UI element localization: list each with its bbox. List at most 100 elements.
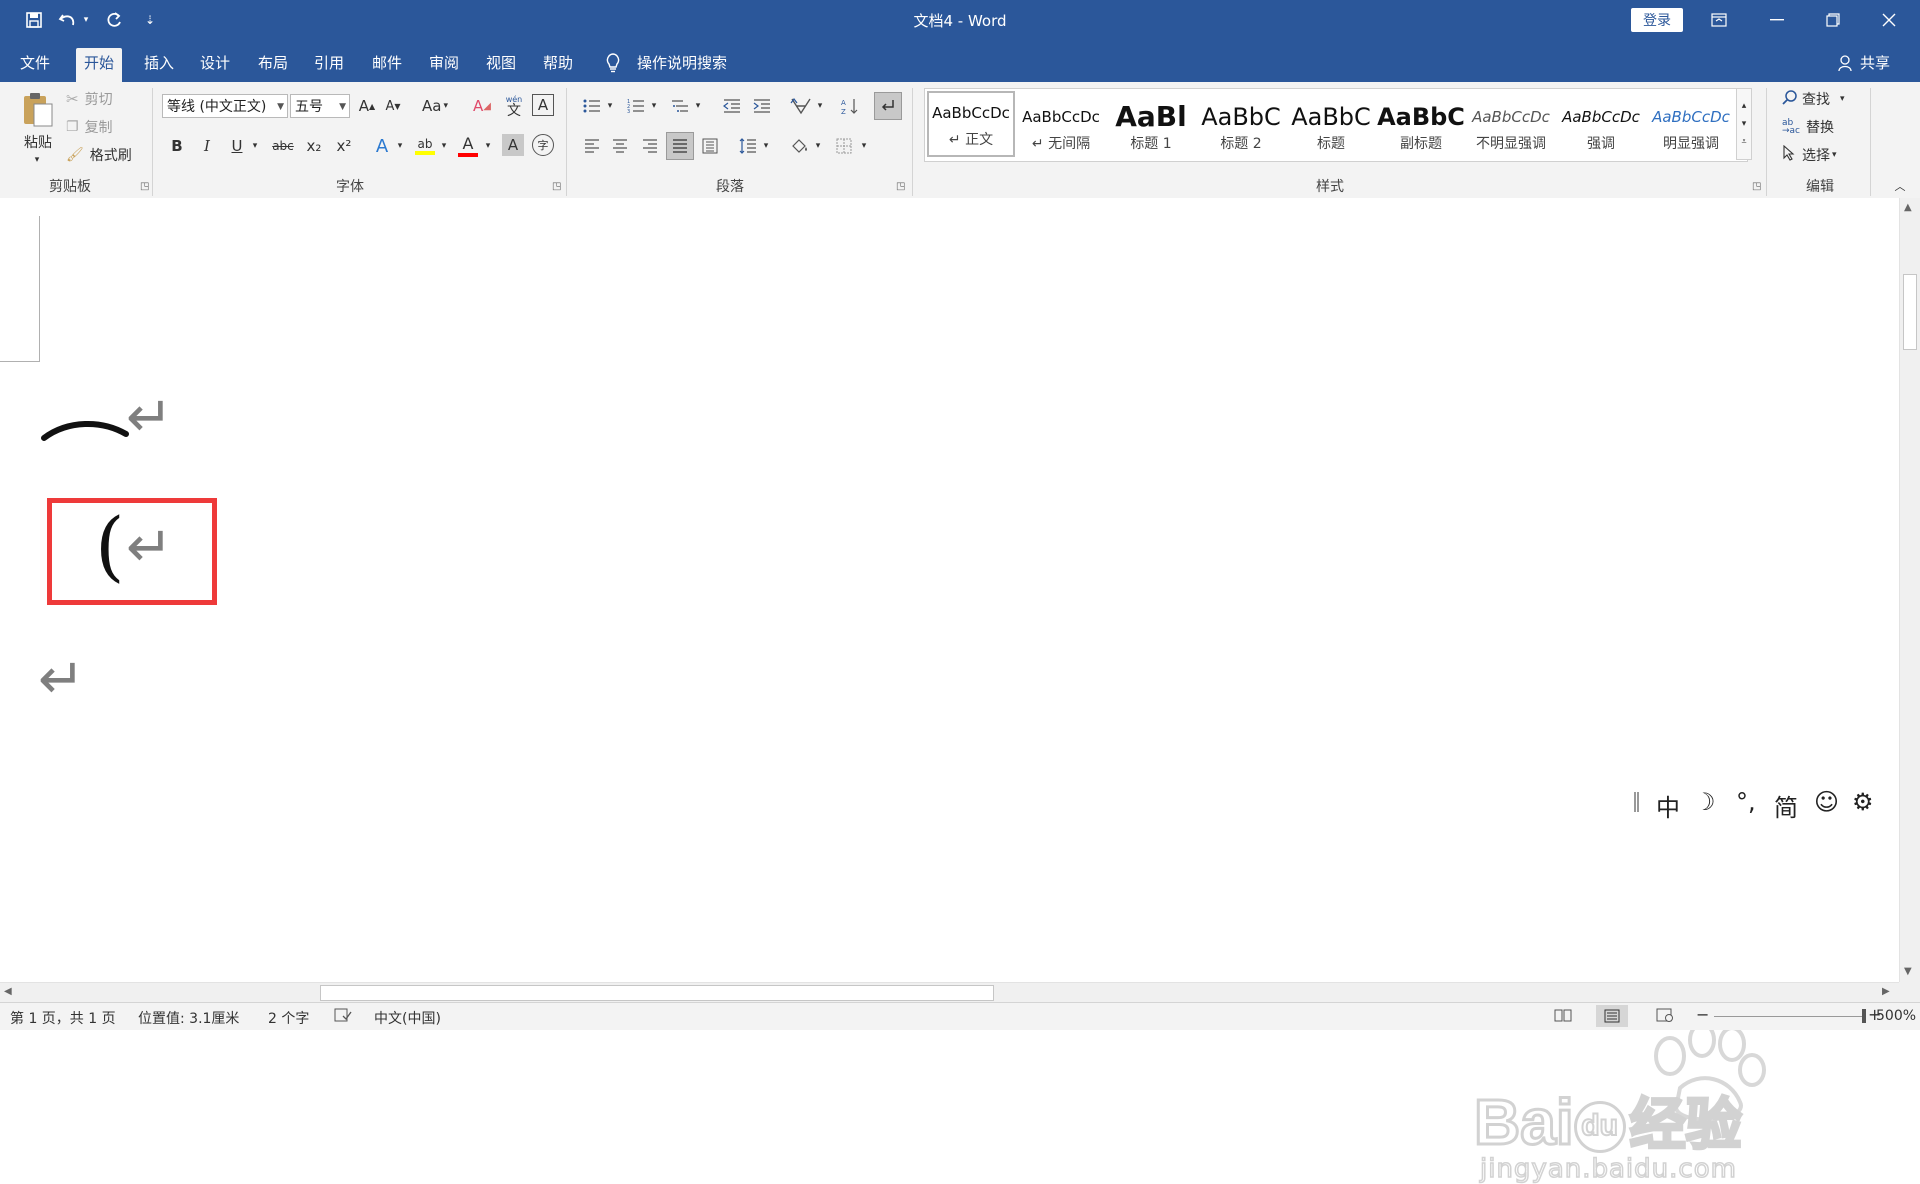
horizontal-scroll-thumb[interactable] bbox=[320, 985, 994, 1001]
read-mode-icon[interactable] bbox=[1554, 1008, 1572, 1026]
tab-references[interactable]: 引用 bbox=[306, 48, 352, 82]
tell-me-search[interactable]: 操作说明搜索 bbox=[637, 48, 727, 78]
numbering-dropdown-icon[interactable]: ▾ bbox=[648, 94, 660, 118]
character-shading-icon[interactable]: A bbox=[502, 134, 524, 156]
share-button[interactable]: 共享 bbox=[1860, 48, 1890, 78]
increase-indent-icon[interactable] bbox=[750, 94, 774, 118]
cut-button[interactable]: ✂ 剪切 bbox=[66, 88, 113, 110]
shading-dropdown-icon[interactable]: ▾ bbox=[812, 134, 824, 158]
paragraph-shading-icon[interactable] bbox=[788, 134, 812, 158]
line-spacing-dropdown-icon[interactable]: ▾ bbox=[760, 134, 772, 158]
scroll-down-icon[interactable]: ▼ bbox=[1904, 966, 1912, 977]
borders-dropdown-icon[interactable]: ▾ bbox=[858, 134, 870, 158]
change-case-button[interactable]: Aa ▾ bbox=[418, 94, 452, 118]
paragraph-launcher-icon[interactable]: ◳ bbox=[896, 182, 906, 192]
drag-handle-icon[interactable] bbox=[1634, 792, 1639, 812]
format-painter-button[interactable]: 🖌 格式刷 bbox=[66, 144, 132, 166]
scroll-down-icon[interactable]: ▾ bbox=[1742, 119, 1747, 129]
multilevel-dropdown-icon[interactable]: ▾ bbox=[692, 94, 704, 118]
scroll-up-icon[interactable]: ▴ bbox=[1742, 101, 1747, 111]
ime-charset-toggle[interactable]: 简 bbox=[1774, 788, 1798, 823]
proofing-icon[interactable] bbox=[334, 1008, 352, 1026]
multilevel-list-icon[interactable] bbox=[668, 94, 692, 118]
gear-icon[interactable]: ⚙ bbox=[1852, 788, 1874, 816]
tab-design[interactable]: 设计 bbox=[192, 48, 238, 82]
document-canvas[interactable]: ↵ ( ↵ ↵ Bai du 经验 jingyan.baidu.com bbox=[0, 198, 1899, 1184]
chinese-layout-dropdown-icon[interactable]: ▾ bbox=[814, 94, 826, 118]
style-heading-1[interactable]: AaBl 标题 1 bbox=[1107, 97, 1195, 161]
restore-icon[interactable] bbox=[1810, 0, 1856, 40]
show-formatting-marks-icon[interactable] bbox=[874, 92, 902, 120]
vertical-scrollbar[interactable]: ▲ ▼ bbox=[1899, 198, 1920, 982]
styles-scroll[interactable]: ▴ ▾ ⩡ bbox=[1736, 88, 1752, 160]
style-normal[interactable]: AaBbCcDc ↵ 正文 bbox=[927, 91, 1015, 157]
scroll-right-icon[interactable]: ▶ bbox=[1882, 986, 1890, 997]
justify-icon[interactable] bbox=[666, 132, 694, 160]
vertical-scroll-thumb[interactable] bbox=[1903, 274, 1917, 350]
sort-icon[interactable]: AZ bbox=[838, 94, 862, 118]
tab-home[interactable]: 开始 bbox=[76, 48, 123, 82]
style-subtitle[interactable]: AaBbC 副标题 bbox=[1377, 97, 1465, 161]
collapse-ribbon-icon[interactable]: ︿ bbox=[1892, 178, 1908, 194]
bold-button[interactable]: B bbox=[166, 134, 188, 158]
style-no-spacing[interactable]: AaBbCcDc ↵ 无间隔 bbox=[1017, 97, 1105, 161]
horizontal-scrollbar[interactable]: ◀ ▶ bbox=[0, 982, 1899, 1003]
smiley-icon[interactable]: ☺ bbox=[1814, 788, 1839, 816]
zoom-level[interactable]: 500% bbox=[1876, 1008, 1916, 1024]
highlight-button[interactable]: ab bbox=[412, 132, 438, 160]
line-spacing-icon[interactable] bbox=[736, 134, 760, 158]
zoom-slider-thumb[interactable] bbox=[1862, 1009, 1866, 1023]
moon-icon[interactable]: ☽ bbox=[1694, 788, 1716, 816]
subscript-button[interactable]: x₂ bbox=[302, 134, 326, 158]
position-value[interactable]: 位置值: 3.1厘米 bbox=[138, 1008, 239, 1028]
font-color-button[interactable]: A bbox=[456, 132, 480, 160]
italic-button[interactable]: I bbox=[196, 134, 218, 158]
page-count[interactable]: 第 1 页，共 1 页 bbox=[10, 1008, 116, 1028]
minimize-icon[interactable] bbox=[1754, 0, 1800, 40]
bullets-icon[interactable] bbox=[580, 94, 604, 118]
styles-launcher-icon[interactable]: ◳ bbox=[1752, 182, 1762, 192]
font-size-combo[interactable]: 五号 ▼ bbox=[290, 94, 350, 118]
replace-button[interactable]: ab →ac 替换 bbox=[1782, 116, 1834, 138]
bullets-dropdown-icon[interactable]: ▾ bbox=[604, 94, 616, 118]
style-intense-emphasis[interactable]: AaBbCcDc 明显强调 bbox=[1647, 97, 1735, 161]
character-border-icon[interactable]: A bbox=[532, 94, 554, 116]
ribbon-display-options-icon[interactable] bbox=[1696, 0, 1742, 40]
zoom-out-icon[interactable]: − bbox=[1696, 1005, 1709, 1024]
scroll-left-icon[interactable]: ◀ bbox=[4, 986, 12, 997]
ime-punctuation-toggle[interactable]: °, bbox=[1736, 788, 1756, 816]
align-center-icon[interactable] bbox=[608, 134, 632, 158]
more-styles-icon[interactable]: ⩡ bbox=[1741, 137, 1746, 147]
tab-file[interactable]: 文件 bbox=[12, 48, 58, 82]
style-title[interactable]: AaBbC 标题 bbox=[1287, 97, 1375, 161]
zoom-slider-track[interactable] bbox=[1714, 1016, 1864, 1017]
tab-insert[interactable]: 插入 bbox=[136, 48, 182, 82]
copy-button[interactable]: ❐ 复制 bbox=[66, 116, 113, 138]
lightbulb-icon[interactable] bbox=[604, 52, 622, 78]
language-indicator[interactable]: 中文(中国) bbox=[374, 1008, 441, 1028]
chinese-layout-icon[interactable] bbox=[788, 94, 814, 118]
find-button[interactable]: 查找 ▾ bbox=[1782, 88, 1845, 110]
phonetic-guide-button[interactable]: wén 文 bbox=[502, 92, 526, 120]
web-layout-icon[interactable] bbox=[1656, 1008, 1674, 1026]
style-emphasis[interactable]: AaBbCcDc 强调 bbox=[1557, 97, 1645, 161]
select-button[interactable]: 选择 ▾ bbox=[1782, 144, 1837, 166]
text-effects-dropdown-icon[interactable]: ▾ bbox=[394, 134, 406, 158]
underline-button[interactable]: U bbox=[226, 134, 248, 158]
share-icon[interactable] bbox=[1838, 54, 1854, 76]
superscript-button[interactable]: x² bbox=[332, 134, 356, 158]
decrease-indent-icon[interactable] bbox=[720, 94, 744, 118]
close-icon[interactable] bbox=[1866, 0, 1912, 40]
tab-help[interactable]: 帮助 bbox=[535, 48, 581, 82]
word-count[interactable]: 2 个字 bbox=[268, 1008, 309, 1028]
borders-icon[interactable] bbox=[832, 134, 856, 158]
text-arc-char[interactable] bbox=[40, 412, 130, 446]
tab-review[interactable]: 审阅 bbox=[421, 48, 467, 82]
ime-mode-toggle[interactable]: 中 bbox=[1656, 788, 1680, 823]
underline-dropdown-icon[interactable]: ▾ bbox=[248, 134, 262, 158]
tab-layout[interactable]: 布局 bbox=[250, 48, 296, 82]
clipboard-launcher-icon[interactable]: ◳ bbox=[140, 182, 150, 192]
text-effects-icon[interactable]: A bbox=[370, 134, 394, 158]
distributed-icon[interactable] bbox=[698, 134, 722, 158]
font-launcher-icon[interactable]: ◳ bbox=[552, 182, 562, 192]
